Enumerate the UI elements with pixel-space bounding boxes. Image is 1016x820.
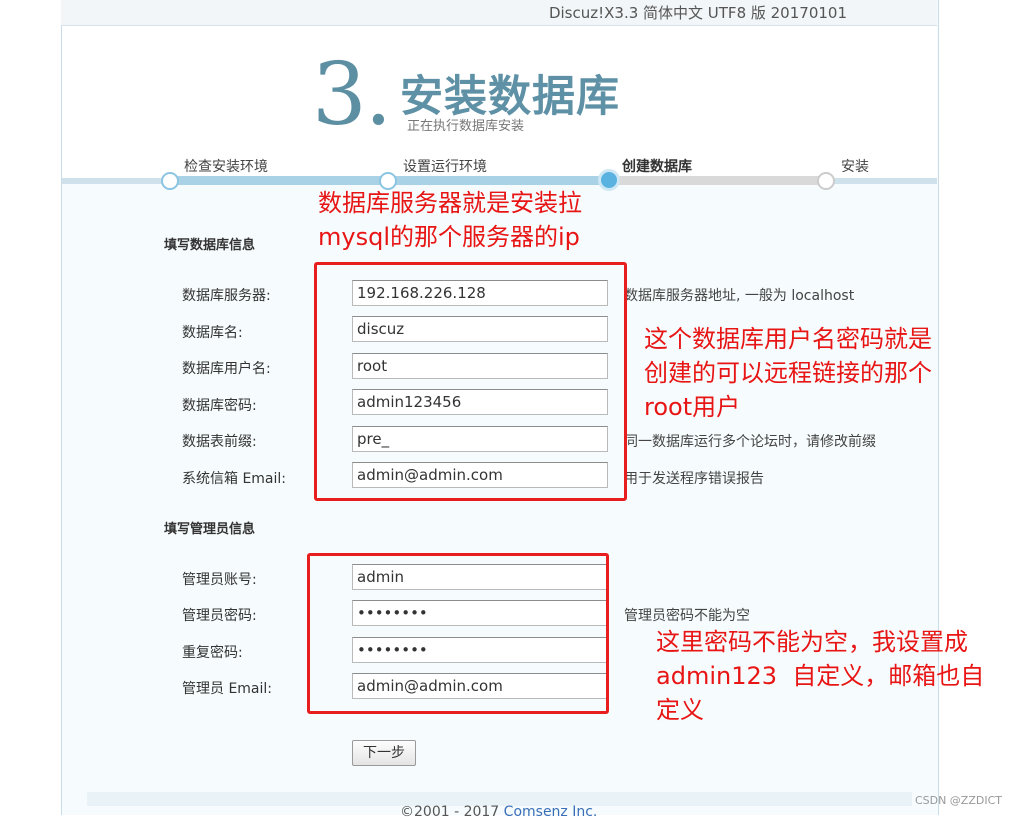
copyright-text: ©2001 - 2017 (400, 804, 504, 820)
admin-section-title: 填写管理员信息 (164, 522, 256, 537)
annotation-note-admin-line3: 定义 (656, 696, 704, 724)
version-text: Discuz!X3.3 简体中文 UTF8 版 20170101 (548, 4, 847, 22)
step-label-2: 设置运行环境 (403, 159, 487, 175)
admin-email-label: 管理员 Email: (182, 681, 273, 697)
annotation-note-server-line1: 数据库服务器就是安装拉 (318, 189, 582, 217)
annotation-box-db-fields (314, 262, 627, 501)
step-label-4: 安装 (841, 159, 869, 175)
annotation-note-user: 这个数据库用户名密码就是 创建的可以远程链接的那个 root用户 (644, 322, 932, 424)
copyright: ©2001 - 2017 Comsenz Inc. (400, 804, 597, 820)
annotation-note-admin-line1: 这里密码不能为空，我设置成 (656, 628, 968, 656)
watermark: CSDN @ZZDICT (914, 794, 1002, 807)
table-prefix-hint: 同一数据库运行多个论坛时，请修改前缀 (624, 434, 876, 450)
system-email-hint: 用于发送程序错误报告 (624, 471, 764, 487)
admin-account-label: 管理员账号: (182, 572, 257, 588)
db-user-label: 数据库用户名: (182, 361, 271, 377)
comsenz-link[interactable]: Comsenz Inc. (504, 804, 598, 820)
annotation-note-admin-line2: admin123 自定义，邮箱也自 (656, 662, 985, 690)
table-prefix-label: 数据表前缀: (182, 434, 257, 450)
annotation-note-server: 数据库服务器就是安装拉 mysql的那个服务器的ip (318, 186, 582, 254)
system-email-label: 系统信箱 Email: (182, 471, 287, 487)
annotation-box-admin-fields (307, 553, 609, 714)
step-dot-4 (817, 172, 835, 190)
page-subtitle: 正在执行数据库安装 (407, 119, 525, 134)
db-section-title: 填写数据库信息 (164, 238, 256, 253)
db-server-hint: 数据库服务器地址, 一般为 localhost (624, 288, 855, 304)
step-label-3: 创建数据库 (622, 159, 692, 175)
next-step-button[interactable]: 下一步 (352, 740, 416, 766)
repeat-password-label: 重复密码: (182, 645, 243, 661)
admin-password-label: 管理员密码: (182, 608, 257, 624)
db-server-label: 数据库服务器: (182, 288, 271, 304)
annotation-note-admin: 这里密码不能为空，我设置成 admin123 自定义，邮箱也自 定义 (656, 625, 984, 727)
top-bar: Discuz!X3.3 简体中文 UTF8 版 20170101 (61, 0, 937, 26)
db-password-label: 数据库密码: (182, 398, 257, 414)
db-name-label: 数据库名: (182, 325, 243, 341)
step-label-1: 检查安装环境 (184, 159, 268, 175)
annotation-note-user-line2: 创建的可以远程链接的那个 (644, 359, 932, 387)
admin-password-hint: 管理员密码不能为空 (624, 608, 750, 624)
annotation-note-user-line3: root用户 (644, 393, 741, 421)
step-dot-3-current (598, 169, 620, 191)
step-number: 3. (312, 45, 392, 145)
step-dot-1 (161, 172, 179, 190)
annotation-note-server-line2: mysql的那个服务器的ip (318, 223, 580, 251)
annotation-note-user-line1: 这个数据库用户名密码就是 (644, 325, 932, 353)
